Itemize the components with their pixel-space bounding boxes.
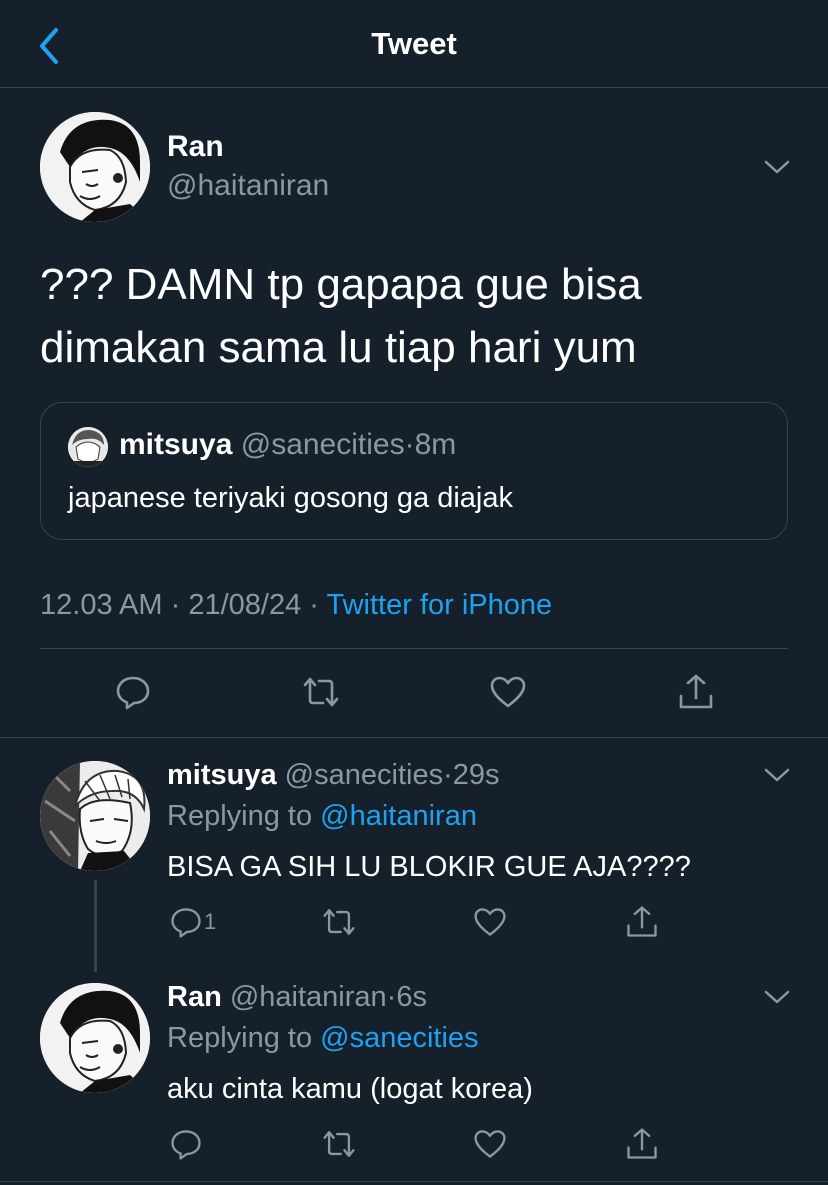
separator-dot: · xyxy=(443,759,453,791)
author-handle[interactable]: @sanecities xyxy=(285,759,443,791)
reply-time: 6s xyxy=(396,981,427,1013)
tweet-source-link[interactable]: Twitter for iPhone xyxy=(327,589,553,621)
replying-to: Replying to @sanecities xyxy=(167,1019,479,1057)
quoted-time: 8m xyxy=(414,428,457,461)
author-name[interactable]: mitsuya xyxy=(167,759,277,791)
separator-dot: · xyxy=(386,981,397,1013)
reply-button[interactable] xyxy=(168,1124,208,1164)
share-icon xyxy=(627,1128,657,1159)
tweet-time: 12.03 AM xyxy=(40,589,163,621)
quoted-author-name: mitsuya xyxy=(119,428,233,461)
more-options-button[interactable] xyxy=(762,987,792,1007)
author-name[interactable]: Ran xyxy=(167,128,224,166)
share-icon xyxy=(679,674,713,709)
more-options-button[interactable] xyxy=(762,157,792,177)
reply-icon xyxy=(171,1130,201,1160)
heart-icon xyxy=(490,676,526,708)
reply-text: aku cinta kamu (logat korea) xyxy=(167,1073,533,1105)
separator-dot: · xyxy=(404,428,415,461)
retweet-button[interactable] xyxy=(301,672,341,712)
divider xyxy=(40,648,788,649)
retweet-button[interactable] xyxy=(321,1124,361,1164)
reply-header: mitsuya @sanecities·29s xyxy=(167,756,500,794)
reply-icon xyxy=(171,908,201,938)
divider xyxy=(0,737,828,738)
share-button[interactable] xyxy=(624,902,664,942)
tweet-text-line: ??? DAMN tp gapapa gue bisa xyxy=(40,260,642,309)
retweet-icon xyxy=(303,677,339,707)
thread-line xyxy=(94,880,97,972)
like-button[interactable] xyxy=(472,1124,512,1164)
chevron-down-icon xyxy=(764,768,790,782)
quoted-header: mitsuya @sanecities·8m xyxy=(119,425,456,465)
replying-to-link[interactable]: @haitaniran xyxy=(320,800,477,832)
reply-text: BISA GA SIH LU BLOKIR GUE AJA???? xyxy=(167,851,691,883)
more-options-button[interactable] xyxy=(762,765,792,785)
divider xyxy=(0,1181,828,1182)
tweet-text-line: dimakan sama lu tiap hari yum xyxy=(40,323,637,372)
reply-time: 29s xyxy=(452,759,500,791)
heart-icon xyxy=(474,908,506,936)
replying-to-label: Replying to xyxy=(167,1022,313,1054)
header-bar: Tweet xyxy=(0,0,828,88)
avatar[interactable] xyxy=(40,983,150,1093)
reply-header: Ran @haitaniran·6s xyxy=(167,978,427,1016)
retweet-icon xyxy=(323,1131,355,1157)
quoted-avatar xyxy=(68,427,108,467)
author-name[interactable]: Ran xyxy=(167,981,222,1013)
reply-count: 1 xyxy=(204,909,217,934)
quoted-tweet[interactable]: mitsuya @sanecities·8m japanese teriyaki… xyxy=(40,402,788,540)
like-button[interactable] xyxy=(472,902,512,942)
like-button[interactable] xyxy=(488,672,528,712)
tweet-date: 21/08/24 xyxy=(188,589,302,621)
reply-icon xyxy=(116,676,150,710)
chevron-down-icon xyxy=(764,160,790,174)
reply-button[interactable] xyxy=(113,672,153,712)
replying-to-link[interactable]: @sanecities xyxy=(320,1022,478,1054)
replying-to: Replying to @haitaniran xyxy=(167,797,477,835)
avatar[interactable] xyxy=(40,761,150,871)
replying-to-label: Replying to xyxy=(167,800,313,832)
share-button[interactable] xyxy=(676,672,716,712)
quoted-text: japanese teriyaki gosong ga diajak xyxy=(68,482,513,514)
tweet-text: ??? DAMN tp gapapa gue bisa dimakan sama… xyxy=(40,253,800,379)
chevron-down-icon xyxy=(764,990,790,1004)
separator-dot: · xyxy=(309,589,319,621)
retweet-icon xyxy=(323,909,355,935)
retweet-button[interactable] xyxy=(321,902,361,942)
page-title: Tweet xyxy=(371,26,457,61)
avatar[interactable] xyxy=(40,112,150,222)
quoted-author-handle: @sanecities xyxy=(240,428,405,461)
author-handle[interactable]: @haitaniran xyxy=(230,981,387,1013)
heart-icon xyxy=(474,1130,506,1158)
author-handle[interactable]: @haitaniran xyxy=(167,167,329,205)
share-icon xyxy=(627,906,657,937)
separator-dot: · xyxy=(170,589,181,621)
reply-button[interactable]: 1 xyxy=(168,902,228,942)
tweet-meta: 12.03 AM · 21/08/24 · Twitter for iPhone xyxy=(40,585,552,625)
share-button[interactable] xyxy=(624,1124,664,1164)
